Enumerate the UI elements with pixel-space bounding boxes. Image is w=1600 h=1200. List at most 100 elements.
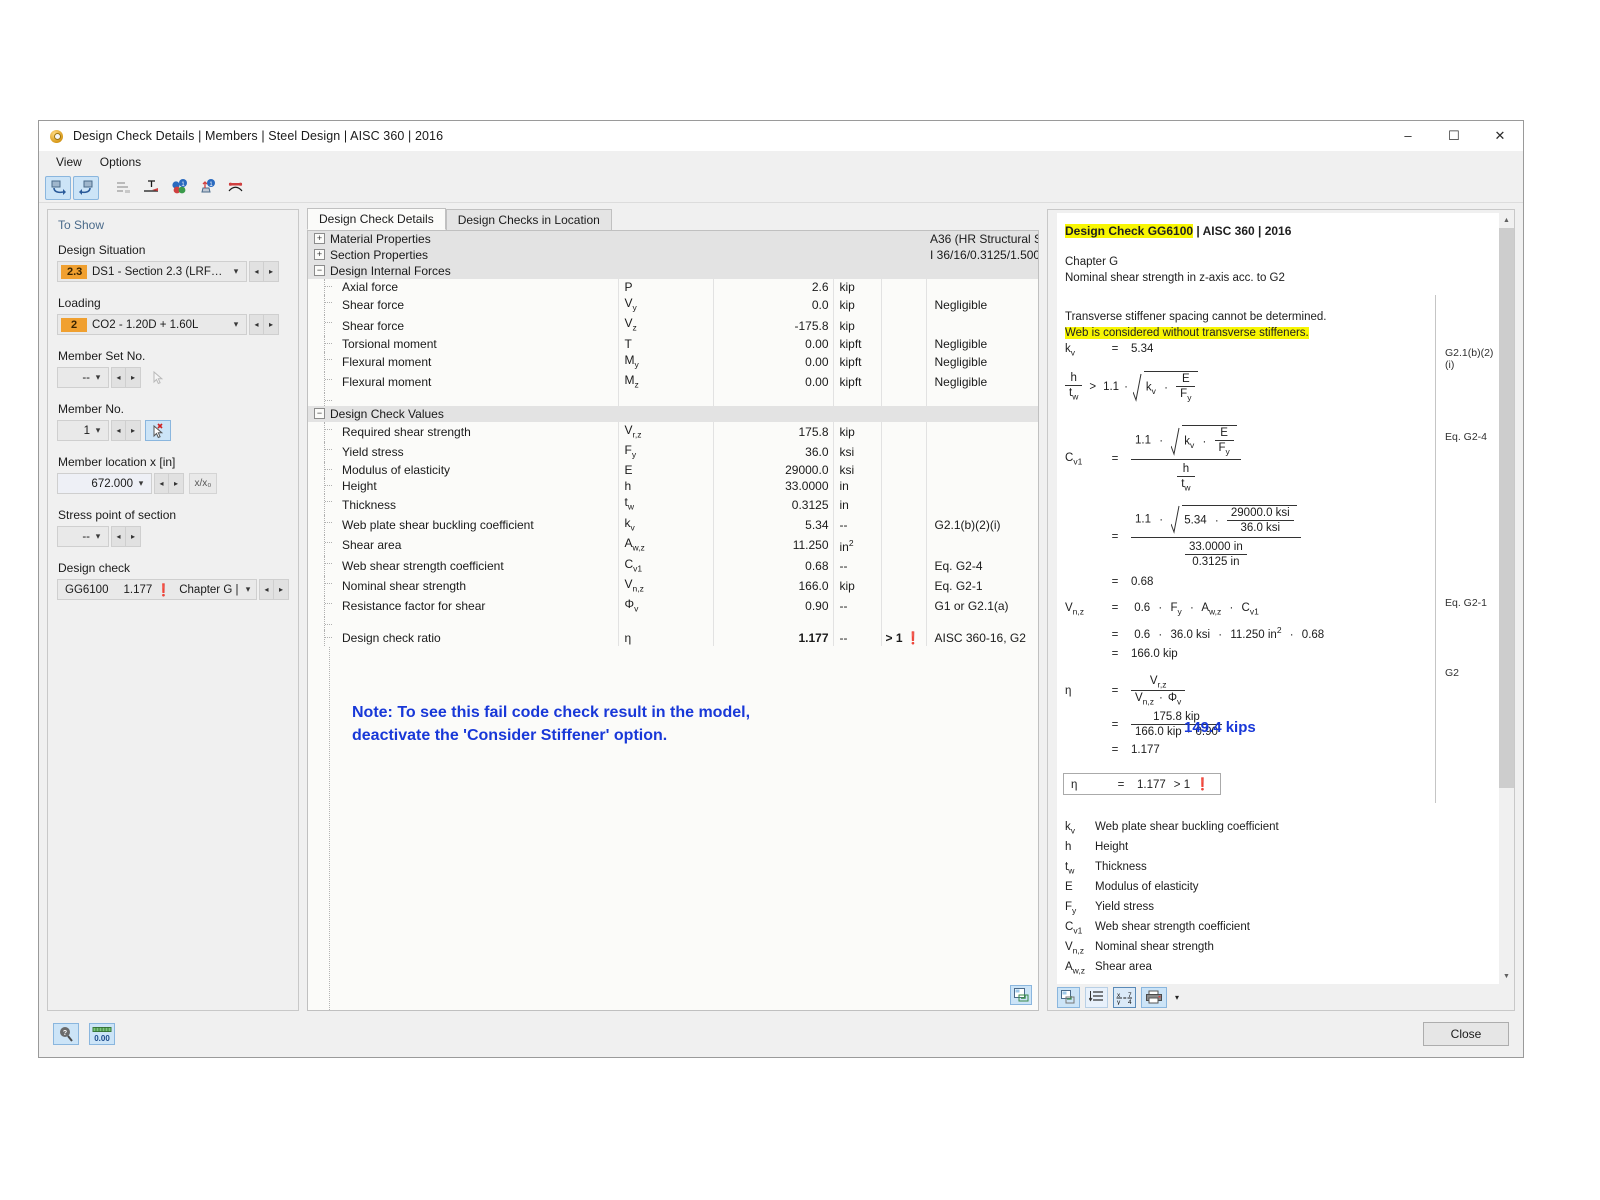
help-icon[interactable]: ?: [53, 1023, 79, 1045]
grid-group-row[interactable]: − Design Internal Forces: [308, 263, 1038, 279]
chevron-down-icon[interactable]: ▾: [90, 425, 106, 436]
grid-group-row[interactable]: − Design Check Values: [308, 405, 1038, 422]
stress-point-prev-button[interactable]: ◂: [111, 526, 126, 547]
loading-next-button[interactable]: ▸: [264, 314, 279, 335]
row-note: AISC 360-16, G2: [926, 629, 1038, 646]
loading-select[interactable]: 2 CO2 - 1.20D + 1.60L ▾: [57, 314, 247, 335]
export-table-icon[interactable]: [1010, 985, 1032, 1005]
legend-description: Shear area: [1095, 961, 1152, 973]
design-check-ratio-row[interactable]: Design check ratio η 1.177 -- > 1 ❗ AISC 360-…: [308, 629, 1038, 646]
minimize-button[interactable]: –: [1385, 121, 1431, 151]
stress-point-next-button[interactable]: ▸: [126, 526, 141, 547]
chevron-down-icon[interactable]: ▾: [90, 531, 106, 542]
pick-member-cursor-icon[interactable]: [145, 420, 171, 441]
chevron-down-icon[interactable]: ▾: [228, 266, 244, 277]
table-row[interactable]: Shear area Aw,z 11.250 in2: [308, 535, 1038, 556]
menu-item-options[interactable]: Options: [91, 153, 150, 171]
diagram-icon[interactable]: [222, 176, 248, 200]
print-options-chevron-down-icon[interactable]: ▾: [1172, 993, 1182, 1002]
list-order-icon[interactable]: [1085, 986, 1108, 1008]
grid-group-row[interactable]: +Section Properties I 36/16/0.3125/1.5000…: [308, 247, 1038, 263]
tab-design-checks-in-location[interactable]: Design Checks in Location: [445, 209, 612, 230]
table-row[interactable]: Resistance factor for shear Φv 0.90 -- G1 or…: [308, 596, 1038, 617]
maximize-button[interactable]: ☐: [1431, 121, 1477, 151]
table-row[interactable]: Web plate shear buckling coefficient kv 5.…: [308, 514, 1038, 536]
eq-cv1-numeric: = 1.1 · 5.34 · 29000.0 ksi 36.0 ksi 33.0…: [1065, 505, 1301, 568]
result-combo-icon[interactable]: 1: [166, 176, 192, 200]
tree-tick: [324, 494, 332, 515]
export-printout-icon[interactable]: [1057, 986, 1080, 1008]
member-set-no-select[interactable]: -- ▾: [57, 367, 109, 388]
row-note: [926, 315, 1038, 336]
relative-location-toggle[interactable]: x/x₀: [189, 473, 217, 494]
chevron-down-icon[interactable]: ▾: [90, 372, 106, 383]
design-check-select[interactable]: GG6100 1.177 ❗ Chapter G | N... ▾: [57, 579, 257, 600]
table-row[interactable]: Yield stress Fy 36.0 ksi: [308, 441, 1038, 463]
menu-item-view[interactable]: View: [47, 153, 91, 171]
member-axis-icon[interactable]: [138, 176, 164, 200]
eq-vnz-numeric: = 0.6 · 36.0 ksi · 11.250 in2 · 0.68: [1111, 625, 1325, 641]
scroll-down-button[interactable]: ▼: [1499, 969, 1514, 984]
loading-row: 2 CO2 - 1.20D + 1.60L ▾ ◂ ▸: [57, 314, 289, 335]
chevron-down-icon[interactable]: ▾: [133, 478, 149, 489]
redo-arrow-icon[interactable]: [45, 175, 71, 200]
row-value: -175.8: [713, 315, 834, 336]
row-label: Torsional moment: [308, 335, 619, 352]
row-symbol: Fy: [618, 441, 714, 463]
reference-label: Eq. G2-1: [1445, 597, 1488, 609]
design-check-next-button[interactable]: ▸: [274, 579, 289, 600]
table-row[interactable]: Web shear strength coefficient Cv1 0.68 -- E…: [308, 555, 1038, 576]
table-row[interactable]: Axial force P 2.6 kip: [308, 279, 1038, 295]
design-check-prev-button[interactable]: ◂: [259, 579, 274, 600]
member-location-prev-button[interactable]: ◂: [154, 473, 169, 494]
grid-group-row[interactable]: +Material Properties A36 (HR Structural S…: [308, 231, 1038, 247]
pick-member-set-cursor-icon[interactable]: [145, 367, 171, 388]
collapse-icon[interactable]: −: [314, 265, 325, 276]
section-list-icon[interactable]: [110, 176, 136, 200]
undo-arrow-icon[interactable]: [73, 175, 99, 200]
table-row[interactable]: Flexural moment Mz 0.00 kipft Negligible: [308, 372, 1038, 393]
table-row[interactable]: Thickness tw 0.3125 in: [308, 494, 1038, 515]
design-situation-prev-button[interactable]: ◂: [249, 261, 264, 282]
formula-panel-scrollbar[interactable]: ▲ ▼: [1499, 213, 1514, 984]
close-button[interactable]: Close: [1423, 1022, 1509, 1046]
table-row[interactable]: Required shear strength Vr,z 175.8 kip: [308, 421, 1038, 442]
member-location-input[interactable]: 672.000 ▾: [57, 473, 152, 494]
table-row[interactable]: Torsional moment T 0.00 kipft Negligible: [308, 335, 1038, 352]
table-row[interactable]: Flexural moment My 0.00 kipft Negligible: [308, 351, 1038, 373]
collapse-icon[interactable]: −: [314, 407, 325, 419]
scroll-up-button[interactable]: ▲: [1499, 213, 1514, 228]
legend-row: Vn,z Nominal shear strength: [1065, 941, 1279, 961]
expand-icon[interactable]: +: [314, 233, 325, 244]
member-no-select[interactable]: 1 ▾: [57, 420, 109, 441]
member-set-no-next-button[interactable]: ▸: [126, 367, 141, 388]
table-row[interactable]: Nominal shear strength Vn,z 166.0 kip Eq. G2…: [308, 575, 1038, 597]
close-window-button[interactable]: ✕: [1477, 121, 1523, 151]
chevron-down-icon[interactable]: ▾: [240, 584, 256, 595]
print-icon[interactable]: [1141, 986, 1167, 1008]
member-set-no-prev-button[interactable]: ◂: [111, 367, 126, 388]
table-row[interactable]: Shear force Vz -175.8 kip: [308, 315, 1038, 336]
load-case-icon[interactable]: 1: [194, 176, 220, 200]
row-comparison: [881, 279, 927, 295]
scrollbar-track[interactable]: [1499, 228, 1514, 969]
tab-design-check-details[interactable]: Design Check Details: [307, 208, 446, 230]
row-note: G2.1(b)(2)(i): [926, 514, 1038, 536]
units-icon[interactable]: 0.00: [89, 1023, 115, 1045]
eta-symbol: η: [1071, 779, 1078, 791]
chevron-down-icon[interactable]: ▾: [228, 319, 244, 330]
member-location-next-button[interactable]: ▸: [169, 473, 184, 494]
member-no-prev-button[interactable]: ◂: [111, 420, 126, 441]
design-situation-next-button[interactable]: ▸: [264, 261, 279, 282]
scrollbar-thumb[interactable]: [1499, 228, 1514, 788]
table-row[interactable]: Shear force Vy 0.0 kip Negligible: [308, 295, 1038, 316]
stress-point-select[interactable]: -- ▾: [57, 526, 109, 547]
design-situation-select[interactable]: 2.3 DS1 - Section 2.3 (LRFD), 1. ... ▾: [57, 261, 247, 282]
loading-prev-button[interactable]: ◂: [249, 314, 264, 335]
member-no-next-button[interactable]: ▸: [126, 420, 141, 441]
fraction-display-icon[interactable]: x y = 7 4: [1113, 986, 1136, 1008]
table-row[interactable]: Modulus of elasticity E 29000.0 ksi: [308, 462, 1038, 479]
details-grid[interactable]: +Material Properties A36 (HR Structural S…: [307, 230, 1039, 1011]
expand-icon[interactable]: +: [314, 249, 325, 260]
table-row[interactable]: Height h 33.0000 in: [308, 478, 1038, 495]
